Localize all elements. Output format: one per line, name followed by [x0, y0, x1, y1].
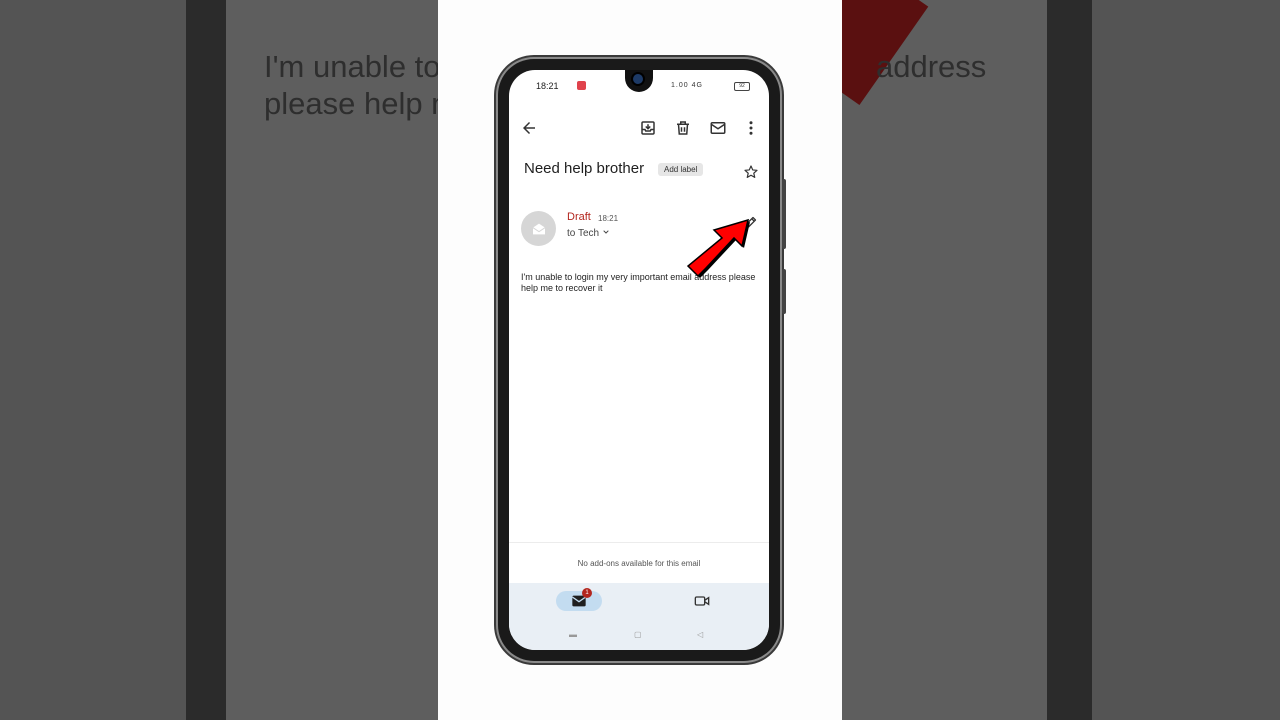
red-arrow-annotation — [686, 218, 750, 278]
sender-draft-label: Draft — [567, 211, 591, 223]
bottom-navigation: 1 ▬ ▢ ◁ — [509, 583, 769, 650]
background-phone-edge-right — [1047, 0, 1092, 720]
home-icon[interactable]: ▢ — [634, 630, 642, 639]
phone-side-button — [782, 179, 786, 249]
battery-icon: 92 — [734, 82, 750, 91]
unread-badge: 1 — [582, 588, 592, 598]
chevron-down-icon — [603, 230, 609, 234]
nav-meet-tab[interactable] — [690, 591, 714, 611]
archive-icon[interactable] — [636, 116, 660, 140]
nav-mail-tab[interactable] — [556, 591, 602, 611]
video-camera-icon — [694, 596, 710, 606]
phone-side-button-lower — [782, 269, 786, 314]
status-time: 18:21 — [536, 81, 559, 91]
system-navigation: ▬ ▢ ◁ — [509, 630, 769, 646]
more-vertical-icon[interactable] — [739, 116, 763, 140]
notification-icon — [577, 81, 586, 90]
background-blur-left: I'm unable to please help m — [0, 0, 438, 720]
recipients-label: to Tech — [567, 228, 600, 239]
background-phone-edge — [186, 0, 226, 720]
background-blur-right: address — [842, 0, 1280, 720]
recipients-dropdown[interactable]: to Tech — [567, 228, 610, 239]
email-subject: Need help brother — [524, 160, 645, 177]
background-screen-right — [842, 0, 1047, 720]
back-nav-icon[interactable]: ◁ — [697, 630, 703, 639]
signal-icons: 1.00 4G — [671, 82, 703, 89]
camera-lens — [633, 74, 643, 84]
phone-screen: 18:21 1.00 4G 92 Need help brother Add l… — [509, 70, 769, 650]
mail-icon[interactable] — [706, 116, 730, 140]
addons-message: No add-ons available for this email — [577, 559, 701, 568]
arrow-left-icon[interactable] — [517, 116, 541, 140]
background-text-right: address — [876, 49, 987, 84]
recent-apps-icon[interactable]: ▬ — [569, 630, 577, 639]
add-label-chip[interactable]: Add label — [658, 163, 704, 176]
footer-divider — [509, 542, 769, 543]
status-bar: 18:21 1.00 4G 92 — [509, 70, 769, 98]
background-text-left: I'm unable to please help m — [264, 49, 438, 121]
phone-frame: 18:21 1.00 4G 92 Need help brother Add l… — [498, 59, 786, 661]
app-bar — [509, 106, 769, 150]
avatar — [521, 211, 556, 246]
star-icon[interactable] — [743, 164, 759, 185]
sent-time: 18:21 — [598, 214, 619, 223]
trash-icon[interactable] — [671, 116, 695, 140]
open-envelope-icon — [532, 223, 545, 234]
